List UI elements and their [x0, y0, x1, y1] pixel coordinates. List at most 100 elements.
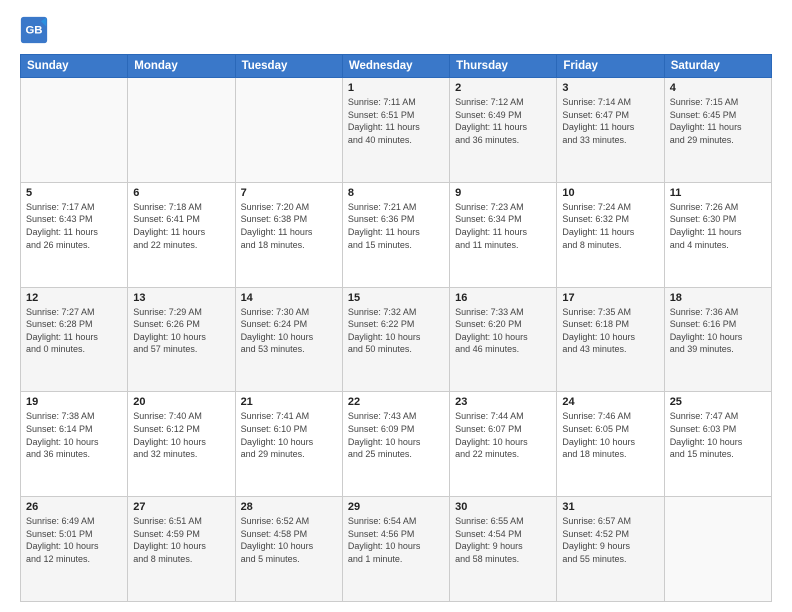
day-info: Sunrise: 6:54 AM Sunset: 4:56 PM Dayligh…	[348, 515, 444, 565]
day-cell-22: 22 Sunrise: 7:43 AM Sunset: 6:09 PM Dayli…	[342, 392, 449, 497]
day-number: 24	[562, 396, 658, 408]
day-info: Sunrise: 7:18 AM Sunset: 6:41 PM Dayligh…	[133, 201, 229, 251]
day-cell-9: 9 Sunrise: 7:23 AM Sunset: 6:34 PM Daylig…	[450, 182, 557, 287]
day-cell-17: 17 Sunrise: 7:35 AM Sunset: 6:18 PM Dayli…	[557, 287, 664, 392]
day-number: 13	[133, 292, 229, 304]
day-info: Sunrise: 7:38 AM Sunset: 6:14 PM Dayligh…	[26, 410, 122, 460]
day-info: Sunrise: 7:20 AM Sunset: 6:38 PM Dayligh…	[241, 201, 337, 251]
day-cell-28: 28 Sunrise: 6:52 AM Sunset: 4:58 PM Dayli…	[235, 497, 342, 602]
day-number: 6	[133, 187, 229, 199]
empty-cell	[235, 78, 342, 183]
day-number: 12	[26, 292, 122, 304]
day-info: Sunrise: 7:43 AM Sunset: 6:09 PM Dayligh…	[348, 410, 444, 460]
day-header-monday: Monday	[128, 55, 235, 78]
week-row-4: 19 Sunrise: 7:38 AM Sunset: 6:14 PM Dayli…	[21, 392, 772, 497]
day-number: 11	[670, 187, 766, 199]
day-number: 16	[455, 292, 551, 304]
day-info: Sunrise: 6:55 AM Sunset: 4:54 PM Dayligh…	[455, 515, 551, 565]
logo-icon: GB	[20, 16, 48, 44]
day-number: 2	[455, 82, 551, 94]
day-number: 25	[670, 396, 766, 408]
day-number: 28	[241, 501, 337, 513]
day-info: Sunrise: 7:17 AM Sunset: 6:43 PM Dayligh…	[26, 201, 122, 251]
svg-text:GB: GB	[25, 25, 42, 37]
day-header-friday: Friday	[557, 55, 664, 78]
day-info: Sunrise: 6:52 AM Sunset: 4:58 PM Dayligh…	[241, 515, 337, 565]
day-number: 20	[133, 396, 229, 408]
day-cell-30: 30 Sunrise: 6:55 AM Sunset: 4:54 PM Dayli…	[450, 497, 557, 602]
day-number: 29	[348, 501, 444, 513]
empty-cell	[128, 78, 235, 183]
day-number: 8	[348, 187, 444, 199]
day-cell-12: 12 Sunrise: 7:27 AM Sunset: 6:28 PM Dayli…	[21, 287, 128, 392]
day-cell-21: 21 Sunrise: 7:41 AM Sunset: 6:10 PM Dayli…	[235, 392, 342, 497]
day-cell-15: 15Sunrise: 7:32 AM Sunset: 6:22 PM Dayli…	[342, 287, 449, 392]
header: GB	[20, 16, 772, 44]
day-number: 9	[455, 187, 551, 199]
day-info: Sunrise: 7:11 AM Sunset: 6:51 PM Dayligh…	[348, 96, 444, 146]
day-number: 22	[348, 396, 444, 408]
day-number: 27	[133, 501, 229, 513]
day-number: 21	[241, 396, 337, 408]
day-info: Sunrise: 6:51 AM Sunset: 4:59 PM Dayligh…	[133, 515, 229, 565]
day-cell-4: 4Sunrise: 7:15 AM Sunset: 6:45 PM Daylig…	[664, 78, 771, 183]
day-info: Sunrise: 7:32 AM Sunset: 6:22 PM Dayligh…	[348, 306, 444, 356]
week-row-3: 12 Sunrise: 7:27 AM Sunset: 6:28 PM Dayli…	[21, 287, 772, 392]
day-header-wednesday: Wednesday	[342, 55, 449, 78]
day-cell-18: 18 Sunrise: 7:36 AM Sunset: 6:16 PM Dayli…	[664, 287, 771, 392]
day-number: 19	[26, 396, 122, 408]
day-number: 30	[455, 501, 551, 513]
day-info: Sunrise: 6:49 AM Sunset: 5:01 PM Dayligh…	[26, 515, 122, 565]
day-info: Sunrise: 7:23 AM Sunset: 6:34 PM Dayligh…	[455, 201, 551, 251]
day-cell-6: 6 Sunrise: 7:18 AM Sunset: 6:41 PM Daylig…	[128, 182, 235, 287]
calendar-table: SundayMondayTuesdayWednesdayThursdayFrid…	[20, 54, 772, 602]
day-info: Sunrise: 7:14 AM Sunset: 6:47 PM Dayligh…	[562, 96, 658, 146]
day-number: 26	[26, 501, 122, 513]
day-info: Sunrise: 7:21 AM Sunset: 6:36 PM Dayligh…	[348, 201, 444, 251]
day-number: 23	[455, 396, 551, 408]
day-cell-5: 5Sunrise: 7:17 AM Sunset: 6:43 PM Daylig…	[21, 182, 128, 287]
day-number: 17	[562, 292, 658, 304]
day-cell-14: 14Sunrise: 7:30 AM Sunset: 6:24 PM Dayli…	[235, 287, 342, 392]
day-cell-2: 2 Sunrise: 7:12 AM Sunset: 6:49 PM Daylig…	[450, 78, 557, 183]
day-header-tuesday: Tuesday	[235, 55, 342, 78]
day-info: Sunrise: 7:24 AM Sunset: 6:32 PM Dayligh…	[562, 201, 658, 251]
day-number: 7	[241, 187, 337, 199]
day-number: 3	[562, 82, 658, 94]
day-number: 10	[562, 187, 658, 199]
day-info: Sunrise: 6:57 AM Sunset: 4:52 PM Dayligh…	[562, 515, 658, 565]
day-info: Sunrise: 7:26 AM Sunset: 6:30 PM Dayligh…	[670, 201, 766, 251]
day-cell-13: 13 Sunrise: 7:29 AM Sunset: 6:26 PM Dayli…	[128, 287, 235, 392]
day-number: 4	[670, 82, 766, 94]
week-row-5: 26 Sunrise: 6:49 AM Sunset: 5:01 PM Dayli…	[21, 497, 772, 602]
day-cell-31: 31 Sunrise: 6:57 AM Sunset: 4:52 PM Dayli…	[557, 497, 664, 602]
empty-cell	[664, 497, 771, 602]
day-cell-26: 26 Sunrise: 6:49 AM Sunset: 5:01 PM Dayli…	[21, 497, 128, 602]
day-number: 18	[670, 292, 766, 304]
day-cell-27: 27 Sunrise: 6:51 AM Sunset: 4:59 PM Dayli…	[128, 497, 235, 602]
day-cell-1: 1Sunrise: 7:11 AM Sunset: 6:51 PM Daylig…	[342, 78, 449, 183]
day-number: 31	[562, 501, 658, 513]
day-header-sunday: Sunday	[21, 55, 128, 78]
day-cell-11: 11 Sunrise: 7:26 AM Sunset: 6:30 PM Dayli…	[664, 182, 771, 287]
day-header-thursday: Thursday	[450, 55, 557, 78]
calendar-header: SundayMondayTuesdayWednesdayThursdayFrid…	[21, 55, 772, 78]
calendar-body: 1Sunrise: 7:11 AM Sunset: 6:51 PM Daylig…	[21, 78, 772, 602]
day-info: Sunrise: 7:12 AM Sunset: 6:49 PM Dayligh…	[455, 96, 551, 146]
day-info: Sunrise: 7:40 AM Sunset: 6:12 PM Dayligh…	[133, 410, 229, 460]
logo: GB	[20, 16, 50, 44]
day-info: Sunrise: 7:33 AM Sunset: 6:20 PM Dayligh…	[455, 306, 551, 356]
day-cell-24: 24Sunrise: 7:46 AM Sunset: 6:05 PM Dayli…	[557, 392, 664, 497]
day-info: Sunrise: 7:30 AM Sunset: 6:24 PM Dayligh…	[241, 306, 337, 356]
day-cell-20: 20 Sunrise: 7:40 AM Sunset: 6:12 PM Dayli…	[128, 392, 235, 497]
day-info: Sunrise: 7:29 AM Sunset: 6:26 PM Dayligh…	[133, 306, 229, 356]
day-info: Sunrise: 7:36 AM Sunset: 6:16 PM Dayligh…	[670, 306, 766, 356]
day-cell-16: 16 Sunrise: 7:33 AM Sunset: 6:20 PM Dayli…	[450, 287, 557, 392]
day-info: Sunrise: 7:35 AM Sunset: 6:18 PM Dayligh…	[562, 306, 658, 356]
calendar-page: GB SundayMondayTuesdayWednesdayThursdayF…	[0, 0, 792, 612]
day-cell-3: 3 Sunrise: 7:14 AM Sunset: 6:47 PM Daylig…	[557, 78, 664, 183]
day-info: Sunrise: 7:41 AM Sunset: 6:10 PM Dayligh…	[241, 410, 337, 460]
day-info: Sunrise: 7:27 AM Sunset: 6:28 PM Dayligh…	[26, 306, 122, 356]
day-cell-8: 8 Sunrise: 7:21 AM Sunset: 6:36 PM Daylig…	[342, 182, 449, 287]
day-cell-19: 19 Sunrise: 7:38 AM Sunset: 6:14 PM Dayli…	[21, 392, 128, 497]
